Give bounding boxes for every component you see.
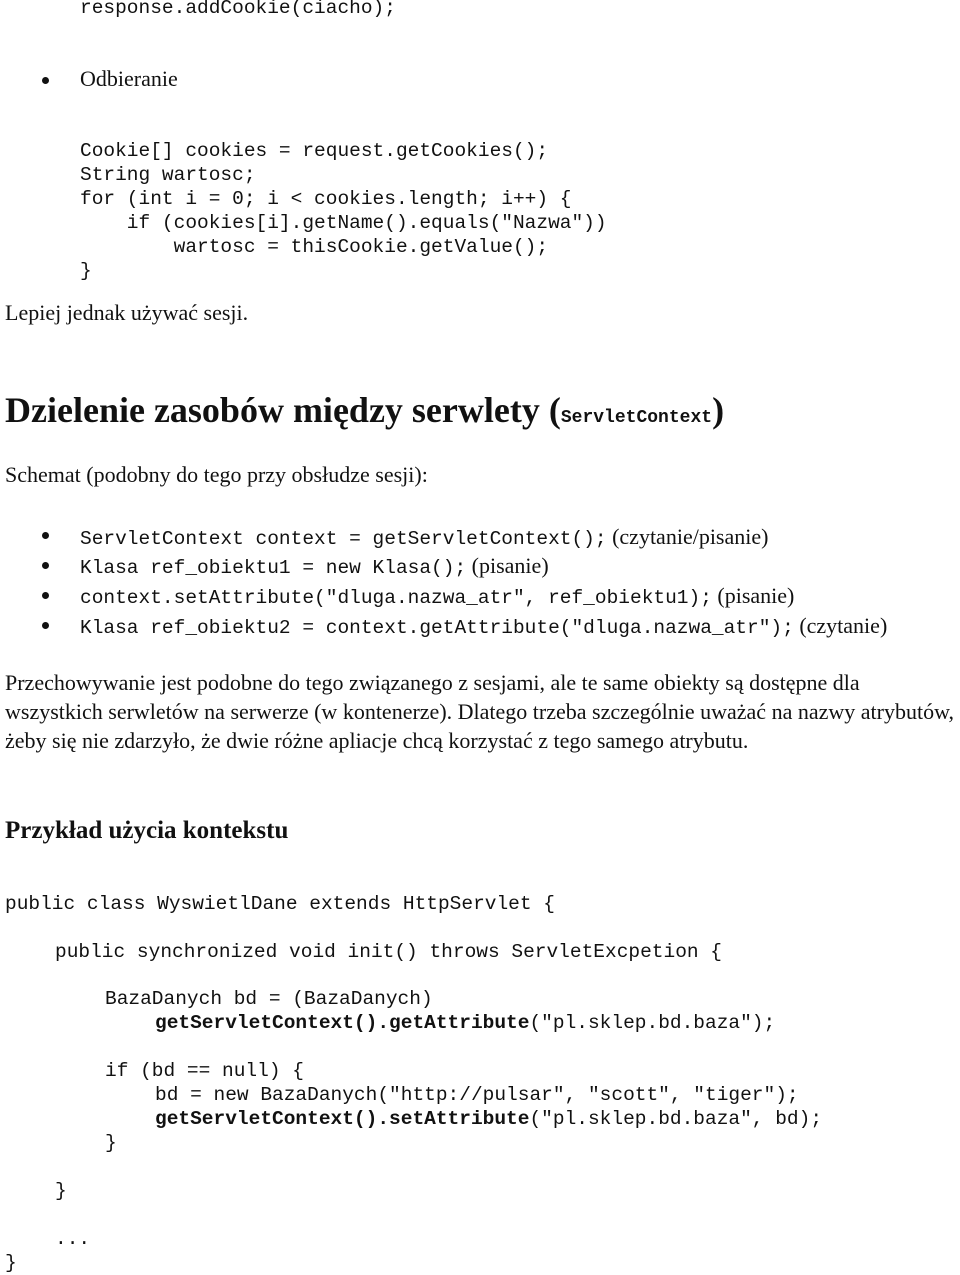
bullet-icon [42,622,49,629]
code-line-ellipsis: ... [55,1228,91,1250]
heading-code: ServletContext [560,408,713,428]
bullet-icon [42,77,49,84]
code-line-get-attribute: getServletContext().getAttribute("pl.skl… [155,1011,775,1035]
code-bold: getServletContext().setAttribute [155,1108,530,1130]
code-bold: getServletContext().getAttribute [155,1012,530,1034]
code-line-class-decl: public class WyswietlDane extends HttpSe… [5,893,555,915]
code-line-close-class: } [5,1252,17,1274]
bullet-icon [42,592,49,599]
heading-text: Dzielenie zasobów między serwlety ( [5,390,561,430]
code-line-method-decl: public synchronized void init() throws S… [55,941,723,963]
schema-item: ServletContext context = getServletConte… [80,522,768,551]
bullet-icon [42,532,49,539]
bullet-icon [42,562,49,569]
schema-item: Klasa ref_obiektu1 = new Klasa(); (pisan… [80,551,549,580]
schema-item-code: context.setAttribute("dluga.nazwa_atr", … [80,587,712,609]
note-text: Lepiej jednak używać sesji. [5,300,249,325]
schema-intro: Schemat (podobny do tego przy obsłudze s… [5,462,428,487]
code-line: wartosc = thisCookie.getValue(); [80,236,549,258]
code-line: String wartosc; [80,164,256,186]
list-item-receiving: Odbieranie [80,66,178,91]
code-rest: ("pl.sklep.bd.baza", bd); [529,1108,823,1130]
code-line-set-attribute: getServletContext().setAttribute("pl.skl… [155,1107,822,1131]
schema-item-note: (czytanie/pisanie) [606,524,769,549]
schema-item-note: (czytanie) [793,613,888,638]
schema-item: Klasa ref_obiektu2 = context.getAttribut… [80,611,887,640]
code-line-bd-decl: BazaDanych bd = (BazaDanych) [105,988,433,1010]
code-line-new: bd = new BazaDanych("http://pulsar", "sc… [155,1084,799,1106]
schema-item-code: Klasa ref_obiektu1 = new Klasa(); [80,557,467,579]
code-line-close-method: } [55,1180,67,1202]
code-rest: ("pl.sklep.bd.baza"); [529,1012,776,1034]
code-line-if: if (bd == null) { [105,1060,304,1082]
code-line-close-if: } [105,1132,117,1154]
code-line: } [80,260,92,282]
explanation-paragraph: Przechowywanie jest podobne do tego zwią… [5,670,955,753]
code-line: for (int i = 0; i < cookies.length; i++)… [80,188,572,210]
code-line-add-cookie: response.addCookie(ciacho); [80,0,396,19]
schema-item: context.setAttribute("dluga.nazwa_atr", … [80,581,794,610]
code-line: if (cookies[i].getName().equals("Nazwa")… [80,212,607,234]
code-line: Cookie[] cookies = request.getCookies(); [80,140,549,162]
heading-close: ) [712,390,725,430]
schema-item-code: ServletContext context = getServletConte… [80,528,607,550]
section-heading-example: Przykład użycia kontekstu [5,817,289,844]
schema-item-code: Klasa ref_obiektu2 = context.getAttribut… [80,617,794,639]
schema-item-note: (pisanie) [711,583,795,608]
schema-item-note: (pisanie) [466,553,549,578]
section-heading-servlet-context: Dzielenie zasobów między serwlety (Servl… [5,388,724,440]
